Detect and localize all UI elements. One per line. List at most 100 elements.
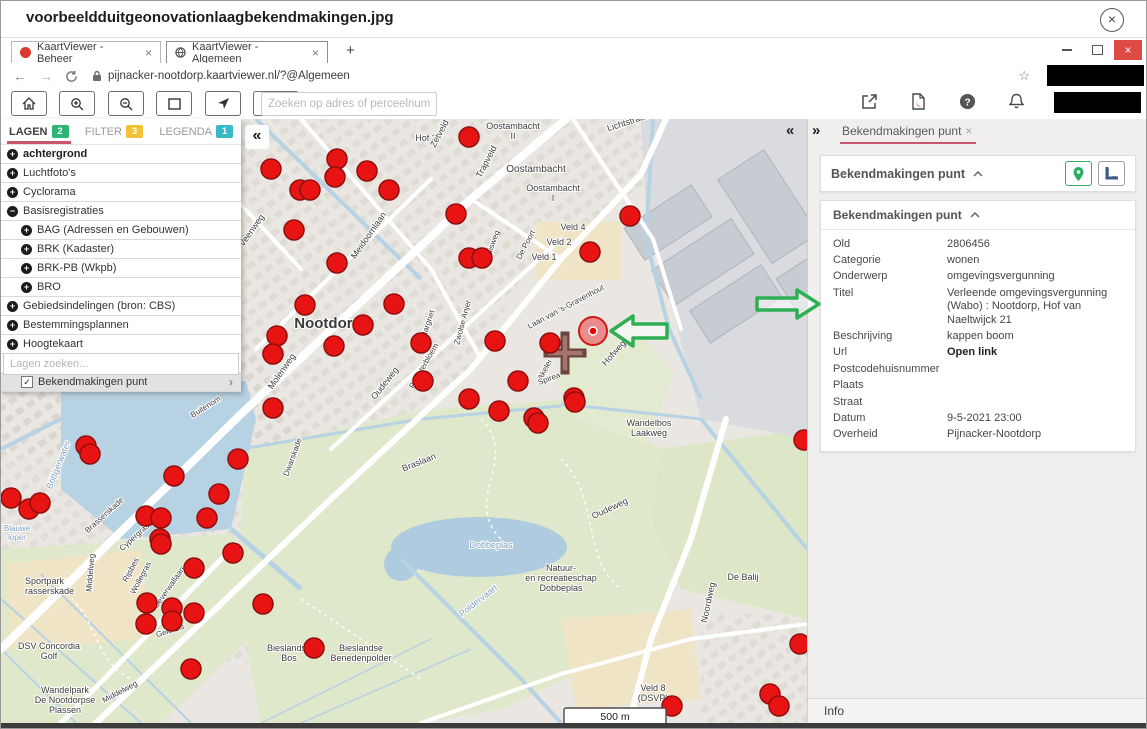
- selected-announcement-point[interactable]: [589, 327, 597, 335]
- panel-collapse-right[interactable]: »: [812, 122, 820, 139]
- announcement-point[interactable]: [446, 204, 466, 224]
- announcement-point[interactable]: [540, 333, 560, 353]
- browser-tab-beheer[interactable]: KaartViewer - Beheer ×: [11, 41, 161, 63]
- announcement-point[interactable]: [162, 611, 182, 631]
- announcement-point[interactable]: [413, 371, 433, 391]
- announcement-point[interactable]: [459, 127, 479, 147]
- announcement-point[interactable]: [353, 315, 373, 335]
- measure-ruler-button[interactable]: [1098, 161, 1125, 186]
- announcement-point[interactable]: [459, 389, 479, 409]
- announcement-point[interactable]: [565, 392, 585, 412]
- announcement-point[interactable]: [304, 638, 324, 658]
- export-pdf-icon[interactable]: [911, 93, 926, 110]
- announcement-point[interactable]: [184, 558, 204, 578]
- announcement-point[interactable]: [384, 294, 404, 314]
- expand-node-icon[interactable]: +: [7, 301, 18, 312]
- sidebar-tab-filter[interactable]: FILTER3: [83, 119, 145, 144]
- expand-node-icon[interactable]: +: [21, 263, 32, 274]
- panel-collapse-left[interactable]: «: [786, 122, 794, 139]
- zoom-out-button[interactable]: [108, 91, 144, 116]
- announcement-point[interactable]: [379, 180, 399, 200]
- layer-options-arrow-icon[interactable]: ›: [229, 375, 233, 389]
- sidebar-tab-legenda[interactable]: LEGENDA1: [157, 119, 235, 144]
- close-icon[interactable]: ×: [1100, 8, 1124, 32]
- expand-node-icon[interactable]: +: [7, 168, 18, 179]
- announcement-point[interactable]: [136, 614, 156, 634]
- layer-row-gebiedsindelingen-bron-cbs-[interactable]: +Gebiedsindelingen (bron: CBS): [1, 297, 241, 316]
- layer-row-bro[interactable]: +BRO: [1, 278, 241, 297]
- address-search-input[interactable]: [261, 92, 437, 116]
- window-close-button[interactable]: ×: [1114, 40, 1142, 60]
- announcement-point[interactable]: [794, 430, 807, 450]
- announcement-point[interactable]: [263, 398, 283, 418]
- announcement-point[interactable]: [263, 344, 283, 364]
- announcement-point[interactable]: [769, 696, 789, 716]
- announcement-point[interactable]: [620, 206, 640, 226]
- announcement-point[interactable]: [151, 534, 171, 554]
- info-section-header[interactable]: Info: [808, 698, 1147, 723]
- restore-button[interactable]: [1084, 40, 1110, 60]
- announcement-point[interactable]: [300, 180, 320, 200]
- layer-row-bekendmakingen-punt[interactable]: ✓Bekendmakingen punt›: [1, 373, 241, 392]
- tab-close-icon[interactable]: ×: [145, 46, 152, 60]
- url-text[interactable]: pijnacker-nootdorp.kaartviewer.nl/?@Alge…: [108, 70, 350, 82]
- announcement-point[interactable]: [284, 220, 304, 240]
- announcement-point[interactable]: [80, 444, 100, 464]
- expand-node-icon[interactable]: +: [7, 320, 18, 331]
- announcement-point[interactable]: [357, 161, 377, 181]
- layer-row-hoogtekaart[interactable]: +Hoogtekaart: [1, 335, 241, 354]
- reload-icon[interactable]: [65, 70, 78, 83]
- forward-icon[interactable]: →: [39, 68, 53, 84]
- extent-button[interactable]: [156, 91, 192, 116]
- panel-tab-close-icon[interactable]: ×: [965, 124, 972, 138]
- announcement-point[interactable]: [324, 336, 344, 356]
- sidebar-collapse-button[interactable]: «: [245, 125, 269, 149]
- browser-tab-algemeen[interactable]: KaartViewer - Algemeen ×: [166, 41, 328, 63]
- feature-section-header[interactable]: Bekendmakingen punt: [821, 201, 1135, 230]
- announcement-point[interactable]: [295, 295, 315, 315]
- bookmark-star-icon[interactable]: ☆: [1018, 68, 1030, 84]
- notifications-bell-icon[interactable]: [1009, 93, 1024, 110]
- announcement-point[interactable]: [580, 242, 600, 262]
- expand-node-icon[interactable]: +: [7, 187, 18, 198]
- zoom-in-button[interactable]: [59, 91, 95, 116]
- announcement-point[interactable]: [261, 159, 281, 179]
- expand-node-icon[interactable]: +: [21, 225, 32, 236]
- expand-node-icon[interactable]: +: [21, 282, 32, 293]
- layer-checkbox[interactable]: ✓: [21, 376, 33, 388]
- announcement-point[interactable]: [508, 371, 528, 391]
- announcement-point[interactable]: [209, 484, 229, 504]
- layer-row-basisregistraties[interactable]: −Basisregistraties: [1, 202, 241, 221]
- layer-row-luchtfoto-s[interactable]: +Luchtfoto's: [1, 164, 241, 183]
- announcement-point[interactable]: [181, 659, 201, 679]
- announcement-point[interactable]: [327, 253, 347, 273]
- layer-search-input[interactable]: [3, 353, 239, 375]
- panel-tab-bekendmakingen-punt[interactable]: Bekendmakingen punt×: [840, 124, 976, 144]
- announcement-point[interactable]: [267, 326, 287, 346]
- layer-row-cyclorama[interactable]: +Cyclorama: [1, 183, 241, 202]
- expand-node-icon[interactable]: +: [7, 149, 18, 160]
- locate-button[interactable]: [205, 91, 241, 116]
- open-link[interactable]: Open link: [947, 346, 1123, 359]
- announcement-point[interactable]: [528, 413, 548, 433]
- expand-node-icon[interactable]: +: [7, 339, 18, 350]
- announcement-point[interactable]: [228, 449, 248, 469]
- announcement-point[interactable]: [137, 593, 157, 613]
- minimize-button[interactable]: [1054, 40, 1080, 60]
- announcement-point[interactable]: [472, 248, 492, 268]
- announcement-point[interactable]: [325, 167, 345, 187]
- announcement-point[interactable]: [223, 543, 243, 563]
- announcement-point[interactable]: [489, 401, 509, 421]
- announcement-point[interactable]: [1, 488, 21, 508]
- back-icon[interactable]: ←: [13, 68, 27, 84]
- home-button[interactable]: [11, 91, 47, 116]
- announcement-point[interactable]: [790, 634, 807, 654]
- announcement-point[interactable]: [197, 508, 217, 528]
- layer-row-brk-kadaster-[interactable]: +BRK (Kadaster): [1, 240, 241, 259]
- sidebar-tab-lagen[interactable]: LAGEN2: [7, 119, 71, 144]
- help-icon[interactable]: ?: [959, 93, 976, 110]
- announcement-point[interactable]: [164, 466, 184, 486]
- layer-row-bag-adressen-en-gebouwen-[interactable]: +BAG (Adressen en Gebouwen): [1, 221, 241, 240]
- chevron-up-icon[interactable]: [973, 171, 983, 177]
- expand-node-icon[interactable]: +: [21, 244, 32, 255]
